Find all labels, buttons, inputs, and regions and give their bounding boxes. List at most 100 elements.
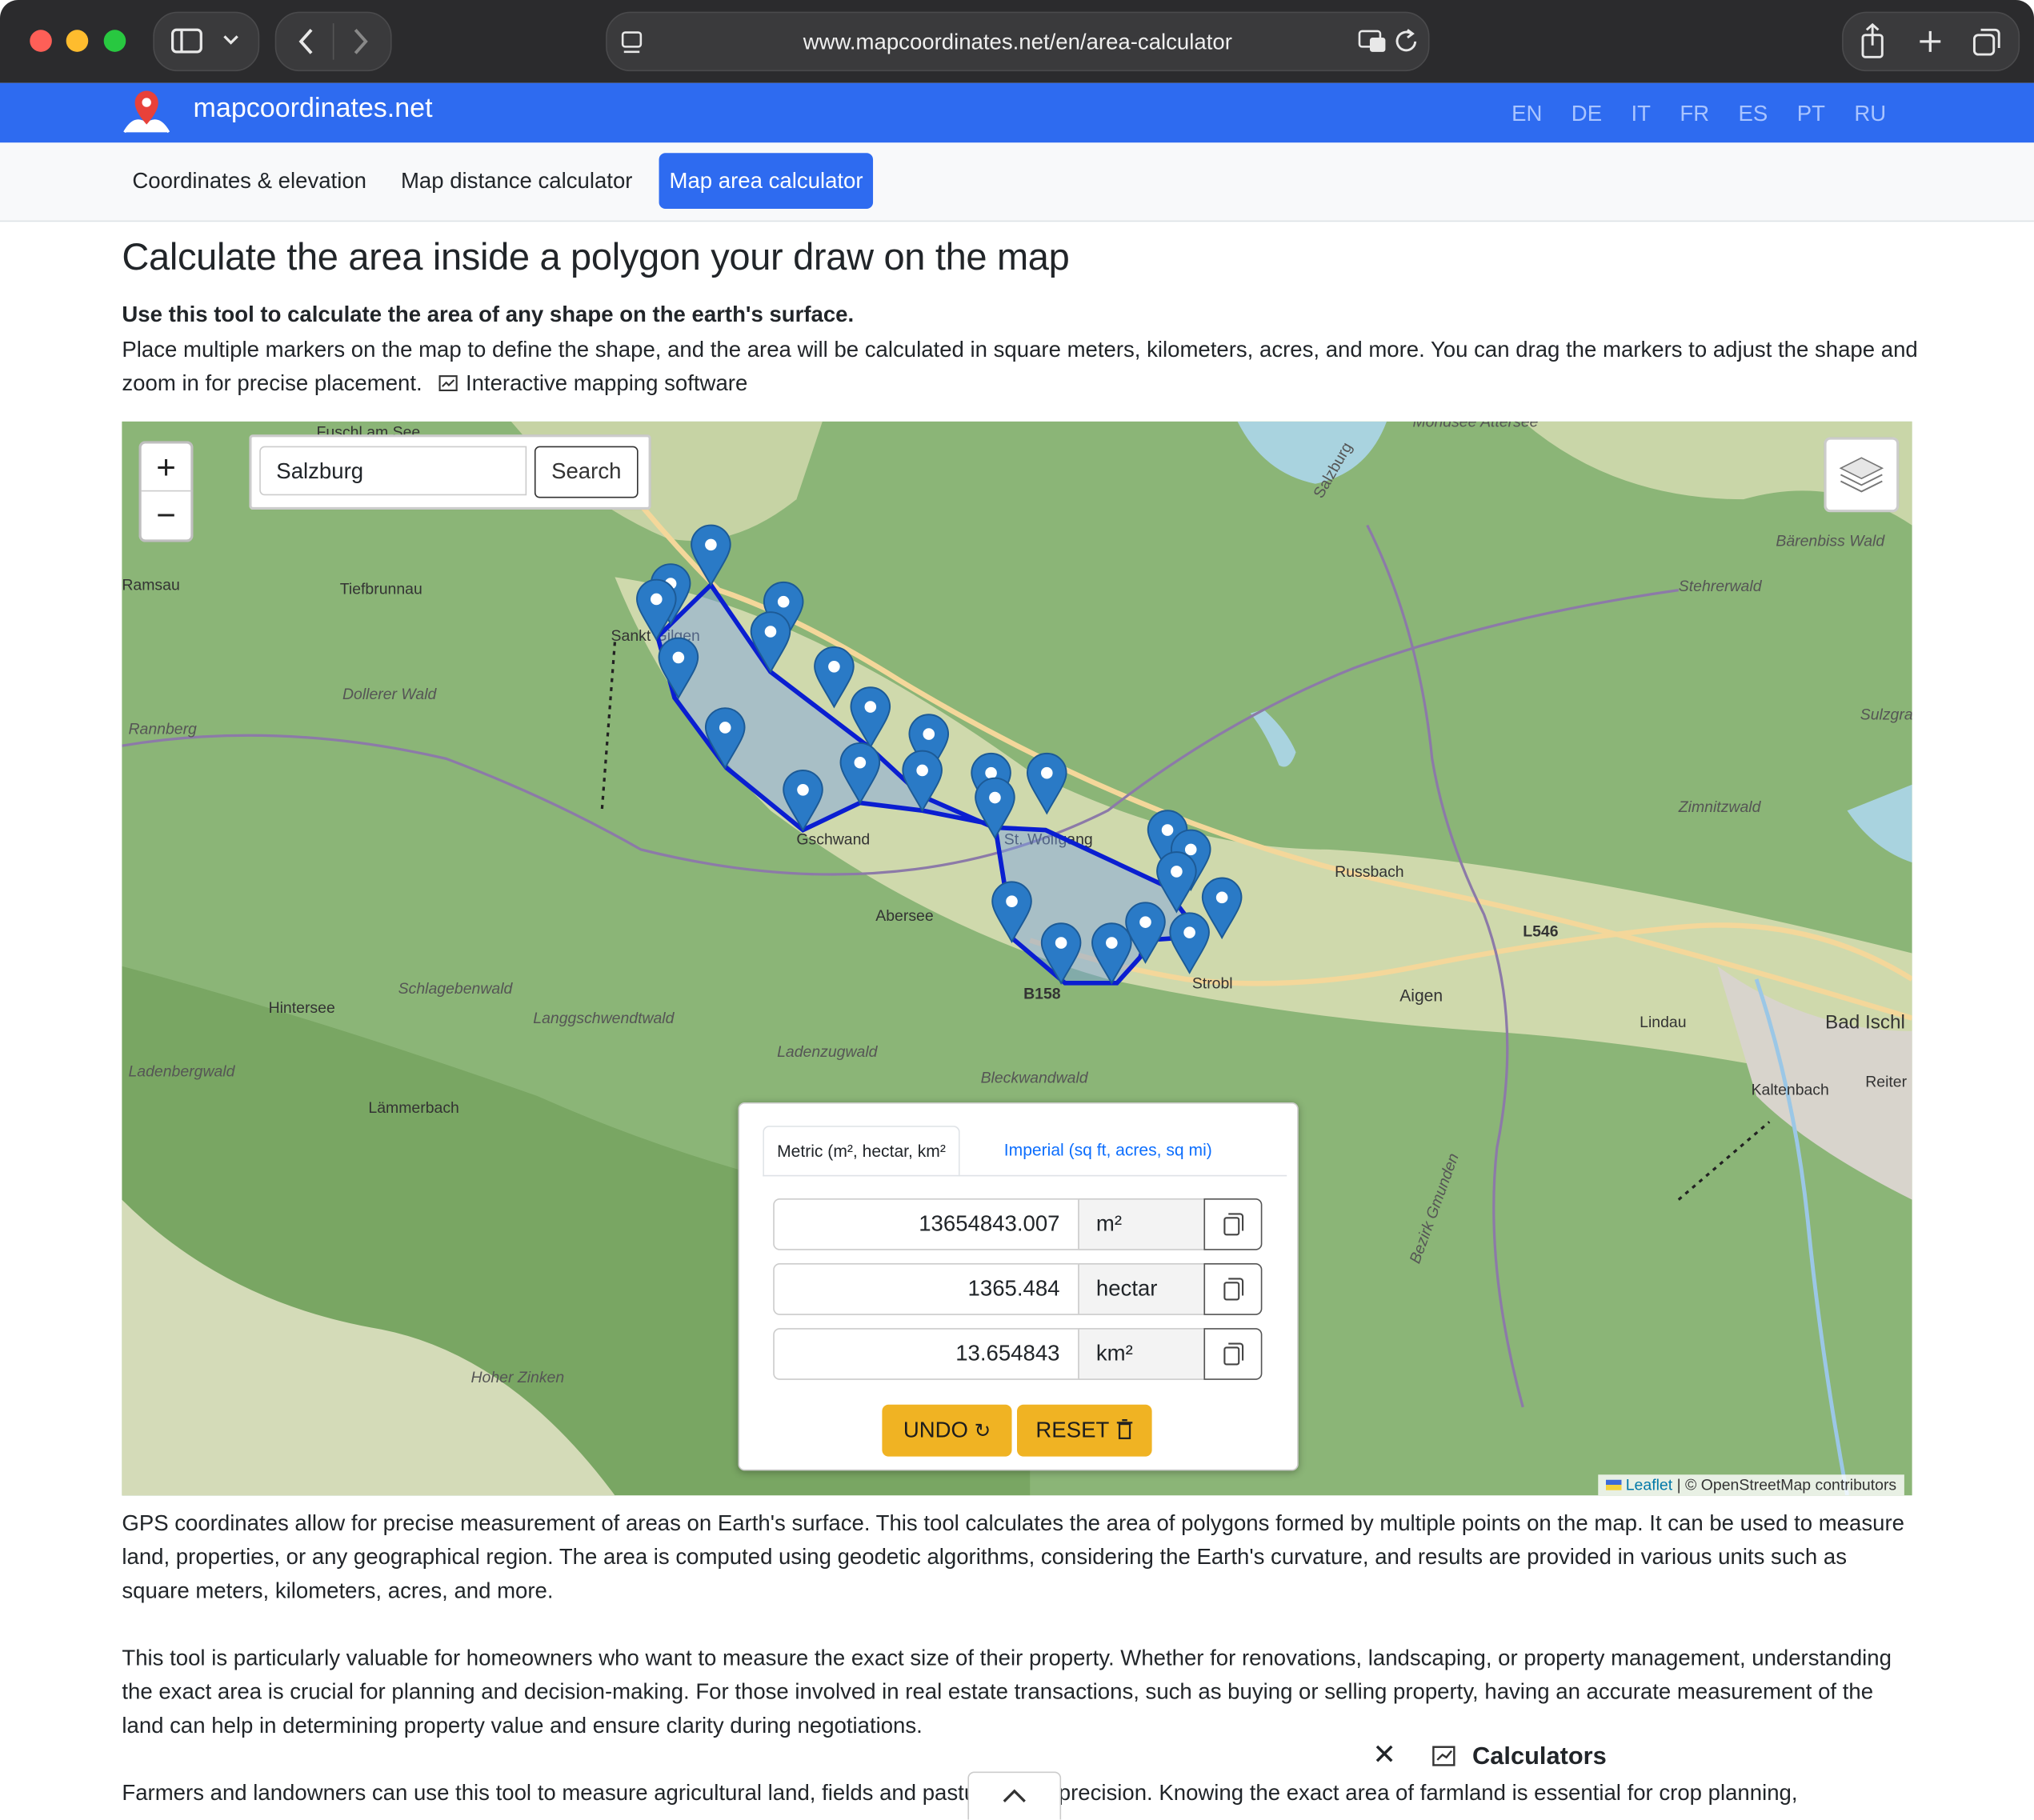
svg-text:Russbach: Russbach bbox=[1335, 863, 1403, 881]
svg-text:Schlagebenwald: Schlagebenwald bbox=[398, 980, 514, 998]
copy-button[interactable] bbox=[1203, 1328, 1263, 1380]
close-icon[interactable]: ✕ bbox=[1372, 1738, 1396, 1770]
leaflet-link[interactable]: Leaflet bbox=[1626, 1476, 1672, 1494]
osm-attribution: | © OpenStreetMap contributors bbox=[1676, 1475, 1897, 1494]
share-icon bbox=[1861, 22, 1884, 58]
body-paragraph-1: GPS coordinates allow for precise measur… bbox=[122, 1510, 1904, 1603]
calculator-chart-icon bbox=[1431, 1746, 1455, 1766]
zoom-out-button[interactable]: − bbox=[142, 491, 191, 538]
svg-text:Bleckwandwald: Bleckwandwald bbox=[981, 1070, 1089, 1087]
svg-text:Aigen: Aigen bbox=[1399, 987, 1443, 1006]
reset-button[interactable]: RESET bbox=[1016, 1404, 1152, 1457]
main-nav: Coordinates & elevation Map distance cal… bbox=[0, 142, 2034, 222]
logo-pin-icon bbox=[123, 90, 170, 134]
lang-fr[interactable]: FR bbox=[1680, 101, 1709, 126]
tab-metric[interactable]: Metric (m², hectar, km² bbox=[763, 1126, 960, 1177]
area-unit-hectar: hectar bbox=[1078, 1263, 1206, 1315]
svg-text:Reiter: Reiter bbox=[1865, 1074, 1907, 1091]
svg-text:Gschwand: Gschwand bbox=[796, 830, 870, 848]
nav-coordinates-elevation[interactable]: Coordinates & elevation bbox=[122, 153, 377, 209]
forward-icon bbox=[354, 28, 368, 54]
svg-text:Zimnitzwald: Zimnitzwald bbox=[1678, 798, 1762, 816]
scroll-up-button[interactable] bbox=[967, 1771, 1062, 1820]
area-unit-km2: km² bbox=[1078, 1328, 1206, 1380]
copy-button[interactable] bbox=[1203, 1263, 1263, 1315]
sidebar-toggle-button[interactable] bbox=[153, 11, 260, 72]
toolbar-actions bbox=[1842, 11, 2020, 72]
svg-text:Lämmerbach: Lämmerbach bbox=[368, 1099, 458, 1117]
lang-en[interactable]: EN bbox=[1511, 101, 1542, 126]
map-search-button[interactable]: Search bbox=[534, 446, 639, 498]
svg-text:L546: L546 bbox=[1523, 922, 1558, 940]
map-area[interactable]: Fuschl am See Ramsau Tiefbrunnau Sankt G… bbox=[122, 421, 1912, 1496]
svg-text:Abersee: Abersee bbox=[875, 907, 933, 925]
svg-text:Rannberg: Rannberg bbox=[128, 721, 197, 738]
copy-icon bbox=[1223, 1213, 1244, 1236]
undo-icon: ↻ bbox=[974, 1420, 991, 1442]
svg-text:Dollerer Wald: Dollerer Wald bbox=[342, 686, 438, 703]
svg-text:Kaltenbach: Kaltenbach bbox=[1752, 1081, 1829, 1098]
layers-button[interactable] bbox=[1824, 437, 1900, 513]
page-title: Calculate the area inside a polygon your… bbox=[122, 237, 1070, 279]
svg-text:Bärenbiss Wald: Bärenbiss Wald bbox=[1776, 533, 1885, 550]
maximize-window-button[interactable] bbox=[103, 30, 126, 52]
copy-button[interactable] bbox=[1203, 1198, 1263, 1250]
svg-text:Strobl: Strobl bbox=[1192, 974, 1233, 992]
lang-pt[interactable]: PT bbox=[1797, 101, 1825, 126]
map-search-input[interactable]: Salzburg bbox=[259, 446, 527, 496]
area-value-hectar[interactable]: 1365.484 bbox=[773, 1263, 1079, 1315]
reset-label: RESET bbox=[1035, 1417, 1109, 1442]
svg-text:Hintersee: Hintersee bbox=[269, 999, 335, 1017]
browser-toolbar: www.mapcoordinates.net/en/area-calculato… bbox=[0, 0, 2034, 83]
minimize-window-button[interactable] bbox=[66, 30, 89, 52]
body-paragraph-2: This tool is particularly valuable for h… bbox=[122, 1646, 1892, 1738]
ad-chart-icon bbox=[438, 375, 458, 392]
language-switcher: EN DE IT FR ES PT RU bbox=[1488, 101, 1886, 126]
close-window-button[interactable] bbox=[30, 30, 52, 52]
result-row-km2: 13.654843 km² bbox=[773, 1328, 1263, 1382]
svg-text:Ramsau: Ramsau bbox=[122, 577, 179, 594]
back-icon bbox=[298, 28, 313, 54]
zoom-control: + − bbox=[138, 441, 194, 542]
undo-button[interactable]: UNDO ↻ bbox=[882, 1404, 1012, 1457]
nav-area-calculator[interactable]: Map area calculator bbox=[659, 153, 874, 210]
software-link-label: Interactive mapping software bbox=[465, 370, 748, 396]
description-text: Place multiple markers on the map to def… bbox=[122, 337, 1918, 396]
site-header: mapcoordinates.net EN DE IT FR ES PT RU bbox=[0, 82, 2034, 143]
calculators-label[interactable]: Calculators bbox=[1472, 1743, 1607, 1770]
lang-it[interactable]: IT bbox=[1631, 101, 1650, 126]
chevron-up-icon bbox=[1003, 1789, 1026, 1802]
lang-ru[interactable]: RU bbox=[1854, 101, 1886, 126]
svg-text:B158: B158 bbox=[1023, 985, 1061, 1002]
nav-distance-calculator[interactable]: Map distance calculator bbox=[390, 153, 643, 209]
history-nav bbox=[274, 11, 392, 72]
sidebar-icon bbox=[170, 28, 238, 54]
url-text: www.mapcoordinates.net/en/area-calculato… bbox=[803, 30, 1232, 55]
map-attribution: Leaflet | © OpenStreetMap contributors bbox=[1598, 1474, 1904, 1496]
zoom-in-button[interactable]: + bbox=[141, 443, 191, 492]
software-link[interactable]: Interactive mapping software bbox=[438, 370, 748, 396]
brand-name[interactable]: mapcoordinates.net bbox=[194, 94, 433, 125]
svg-text:Langgschwendtwald: Langgschwendtwald bbox=[533, 1010, 675, 1027]
area-value-m2[interactable]: 13654843.007 bbox=[773, 1198, 1079, 1250]
lang-es[interactable]: ES bbox=[1739, 101, 1768, 126]
tab-imperial[interactable]: Imperial (sq ft, acres, sq mi) bbox=[991, 1126, 1225, 1175]
page: www.mapcoordinates.net/en/area-calculato… bbox=[0, 0, 2034, 1820]
tab-overview-icon bbox=[1972, 28, 2000, 56]
svg-text:Bad Ischl: Bad Ischl bbox=[1825, 1012, 1905, 1034]
copy-icon bbox=[1223, 1278, 1244, 1301]
svg-text:Sulzgraben Politzwald: Sulzgraben Politzwald bbox=[1860, 706, 1912, 724]
new-tab-icon bbox=[1920, 30, 1941, 52]
address-bar[interactable]: www.mapcoordinates.net/en/area-calculato… bbox=[606, 11, 1430, 72]
result-row-m2: 13654843.007 m² bbox=[773, 1198, 1263, 1253]
page-description: Place multiple markers on the map to def… bbox=[122, 334, 1924, 401]
svg-text:Ladenbergwald: Ladenbergwald bbox=[128, 1063, 235, 1081]
area-unit-m2: m² bbox=[1078, 1198, 1206, 1250]
lang-de[interactable]: DE bbox=[1572, 101, 1602, 126]
svg-text:Mondsee Attersee: Mondsee Attersee bbox=[1412, 422, 1538, 430]
map-search: Salzburg Search bbox=[249, 434, 651, 510]
area-value-km2[interactable]: 13.654843 bbox=[773, 1328, 1079, 1380]
layers-icon bbox=[1839, 457, 1884, 493]
svg-text:Hoher Zinken: Hoher Zinken bbox=[470, 1369, 564, 1386]
trash-icon bbox=[1116, 1419, 1132, 1440]
